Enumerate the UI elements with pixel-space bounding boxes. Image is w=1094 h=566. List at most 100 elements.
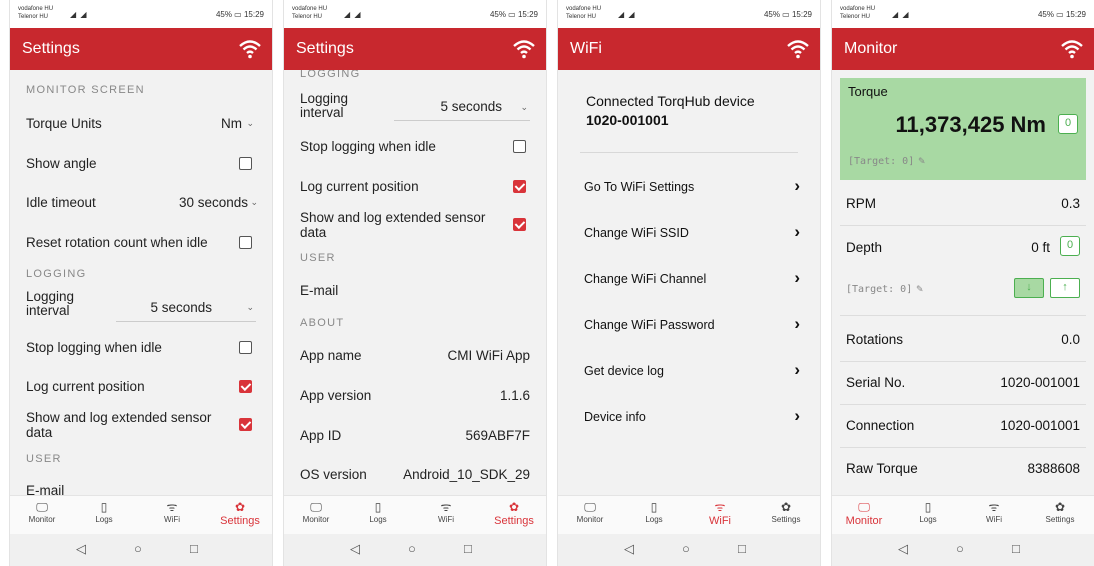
stop-logging-checkbox[interactable] — [513, 140, 526, 153]
nav-settings[interactable]: ✿ Settings — [1030, 499, 1090, 524]
wifi-icon: ᯤ — [440, 500, 452, 514]
back-icon[interactable]: ◁ — [898, 541, 908, 557]
depth-down-button[interactable]: ↓ — [1014, 278, 1044, 298]
wifi-menu-item-go-to-settings[interactable]: Go To WiFi Settings › — [584, 176, 800, 195]
nav-settings[interactable]: ✿ Settings — [484, 499, 544, 527]
rotations-value: 0.0 — [1061, 332, 1080, 347]
show-angle-row[interactable]: Show angle — [26, 156, 256, 171]
nav-logs[interactable]: ▯ Logs — [74, 499, 134, 524]
system-navigation: ◁ ○ □ — [10, 534, 272, 566]
home-icon[interactable]: ○ — [682, 541, 690, 556]
section-logging: LOGGING — [300, 70, 361, 80]
back-icon[interactable]: ◁ — [76, 541, 86, 557]
divider — [840, 361, 1086, 362]
torque-units-value[interactable]: Nm — [221, 116, 242, 131]
nav-settings[interactable]: ✿ Settings — [756, 499, 816, 524]
serial-row: Serial No. 1020-001001 — [846, 375, 1080, 390]
recents-icon[interactable]: □ — [464, 541, 472, 556]
wifi-menu-item-device-info[interactable]: Device info › — [584, 406, 800, 425]
extended-sensor-checkbox[interactable] — [239, 418, 252, 431]
menu-item-label: Device info — [584, 410, 646, 424]
home-icon[interactable]: ○ — [956, 541, 964, 556]
home-icon[interactable]: ○ — [134, 541, 142, 556]
monitor-icon: 🖵 — [36, 500, 48, 514]
extended-sensor-checkbox[interactable] — [513, 218, 526, 231]
depth-up-button[interactable]: ↑ — [1050, 278, 1080, 298]
wifi-menu-item-change-password[interactable]: Change WiFi Password › — [584, 314, 800, 333]
reset-rotation-row[interactable]: Reset rotation count when idle — [26, 235, 256, 250]
wifi-menu-item-change-ssid[interactable]: Change WiFi SSID › — [584, 222, 800, 241]
stop-logging-row[interactable]: Stop logging when idle — [26, 340, 256, 355]
rpm-value: 0.3 — [1061, 196, 1080, 211]
show-angle-checkbox[interactable] — [239, 157, 252, 170]
menu-item-label: Get device log — [584, 364, 664, 378]
nav-monitor[interactable]: 🖵 Monitor — [560, 499, 620, 524]
rotations-label: Rotations — [846, 332, 904, 347]
nav-monitor[interactable]: 🖵 Monitor — [834, 499, 894, 527]
email-row[interactable]: E-mail — [300, 283, 530, 298]
nav-wifi[interactable]: ᯤ WiFi — [142, 499, 202, 524]
nav-wifi[interactable]: ᯤ WiFi — [690, 499, 750, 527]
os-version-label: OS version — [300, 467, 367, 482]
torque-value: 11,373,425 Nm — [895, 112, 1046, 137]
nav-wifi[interactable]: ᯤ WiFi — [416, 499, 476, 524]
log-position-checkbox[interactable] — [239, 380, 252, 393]
nav-logs[interactable]: ▯ Logs — [348, 499, 408, 524]
nav-wifi[interactable]: ᯤ WiFi — [964, 499, 1024, 524]
nav-logs[interactable]: ▯ Logs — [624, 499, 684, 524]
log-position-row[interactable]: Log current position — [26, 379, 256, 394]
clipboard-icon: ▯ — [924, 500, 932, 514]
logging-interval-label: Logging interval — [26, 289, 75, 318]
raw-torque-value: 8388608 — [1027, 461, 1080, 476]
app-version-value: 1.1.6 — [499, 388, 530, 403]
stop-logging-row[interactable]: Stop logging when idle — [300, 139, 530, 154]
back-icon[interactable]: ◁ — [350, 541, 360, 557]
device-id: 1020-001001 — [586, 112, 669, 128]
torque-panel: Torque 11,373,425 Nm 0 [Target: 0] ✎ — [840, 78, 1086, 180]
divider — [840, 447, 1086, 448]
status-bar: vodafone HU Telenor HU ◢ ◢ 45% ▭ 15:29 — [284, 0, 546, 28]
reset-rotation-checkbox[interactable] — [239, 236, 252, 249]
extended-sensor-row[interactable]: Show and log extended sensor data — [300, 210, 530, 242]
wifi-menu-item-device-log[interactable]: Get device log › — [584, 360, 800, 379]
section-logging: LOGGING — [26, 268, 87, 280]
logging-interval-value[interactable]: 5 seconds — [150, 300, 212, 315]
stop-logging-checkbox[interactable] — [239, 341, 252, 354]
app-id-value: 569ABF7F — [465, 428, 530, 443]
divider — [840, 404, 1086, 405]
recents-icon[interactable]: □ — [1012, 541, 1020, 556]
status-bar: vodafone HU Telenor HU ◢ ◢ 45% ▭ 15:29 — [10, 0, 272, 28]
home-icon[interactable]: ○ — [408, 541, 416, 556]
divider — [580, 152, 798, 153]
dropdown-underline — [394, 120, 530, 121]
back-icon[interactable]: ◁ — [624, 541, 634, 557]
log-position-row[interactable]: Log current position — [300, 179, 530, 194]
app-name-row: App name CMI WiFi App — [300, 348, 530, 363]
nav-monitor[interactable]: 🖵 Monitor — [12, 499, 72, 524]
torque-target[interactable]: [Target: 0] ✎ — [848, 154, 925, 167]
depth-row: Depth 0 ft — [846, 240, 1080, 255]
chevron-right-icon: › — [794, 406, 800, 425]
torque-units-row[interactable]: Torque Units Nm ⌄ — [26, 116, 256, 131]
wifi-menu-item-change-channel[interactable]: Change WiFi Channel › — [584, 268, 800, 287]
depth-zero-button[interactable]: 0 — [1060, 236, 1080, 256]
carrier-1: vodafone HU — [292, 6, 328, 12]
logging-interval-value[interactable]: 5 seconds — [440, 99, 502, 114]
idle-timeout-row[interactable]: Idle timeout 30 seconds ⌄ — [26, 195, 258, 210]
section-user: USER — [300, 252, 336, 264]
nav-settings[interactable]: ✿ Settings — [210, 499, 270, 527]
logging-interval-row[interactable]: Logging interval 5 seconds ⌄ — [26, 290, 256, 324]
nav-monitor[interactable]: 🖵 Monitor — [286, 499, 346, 524]
status-bar: vodafone HU Telenor HU ◢ ◢ 45% ▭ 15:29 — [832, 0, 1094, 28]
menu-item-label: Change WiFi Channel — [584, 272, 707, 286]
torque-zero-button[interactable]: 0 — [1058, 114, 1078, 134]
extended-sensor-row[interactable]: Show and log extended sensor data — [26, 410, 256, 442]
idle-timeout-value[interactable]: 30 seconds — [179, 195, 248, 210]
depth-target[interactable]: [Target: 0] ✎ — [846, 282, 923, 295]
recents-icon[interactable]: □ — [738, 541, 746, 556]
recents-icon[interactable]: □ — [190, 541, 198, 556]
log-position-checkbox[interactable] — [513, 180, 526, 193]
nav-logs[interactable]: ▯ Logs — [898, 499, 958, 524]
chevron-down-icon: ⌄ — [520, 102, 528, 112]
app-bar: WiFi — [558, 28, 820, 70]
